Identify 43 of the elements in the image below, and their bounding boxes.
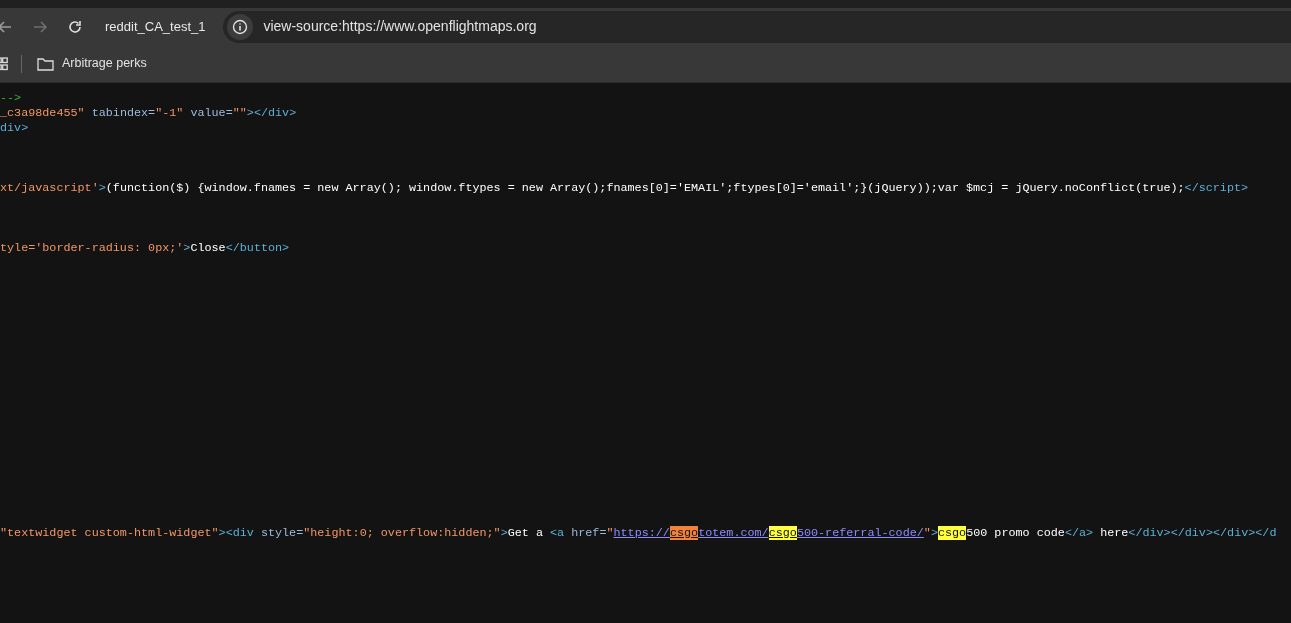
attribute-value: tyle='border-radius: 0px;': [0, 241, 184, 255]
apps-icon[interactable]: [0, 56, 8, 71]
attribute-value: ": [923, 526, 931, 540]
html-tag: <a: [550, 526, 565, 540]
bookmark-folder[interactable]: Arbitrage perks: [37, 54, 147, 73]
search-match[interactable]: csgo: [669, 526, 699, 540]
html-comment: -->: [0, 91, 22, 105]
text-content: (function($) {window.fnames = new Array(); window.ftypes = new Array();fnames[0]='EMAIL';ftypes[0]='email';}(jQuery));var $mcj = jQuery.noConflict(true);: [105, 181, 1185, 195]
attribute-value: _c3a98de455": [0, 106, 85, 120]
source-link[interactable]: https://: [613, 526, 670, 540]
attribute-value: "-1": [155, 106, 184, 120]
text-content: here: [1099, 526, 1129, 540]
attribute-name: value=: [189, 106, 233, 120]
attribute-value: "textwidget custom-html-widget": [0, 526, 219, 540]
html-tag: </script>: [1184, 181, 1249, 195]
info-icon[interactable]: [227, 13, 254, 40]
attribute-name: tabindex=: [90, 106, 156, 120]
html-tag: ><div: [218, 526, 254, 540]
attribute-value: ": [606, 526, 614, 540]
html-tag: >: [500, 526, 508, 540]
html-tag: >: [183, 241, 191, 255]
html-tag: >: [930, 526, 938, 540]
source-link[interactable]: totem.com/: [698, 526, 769, 540]
html-tag: >: [98, 181, 106, 195]
source-link[interactable]: 500-referral-code/: [796, 526, 924, 540]
html-tag: div>: [0, 121, 29, 135]
search-match[interactable]: csgo: [768, 526, 797, 540]
attribute-name: style=: [259, 526, 304, 540]
text-content: Get a: [507, 526, 544, 540]
text-content: Close: [190, 241, 226, 255]
attribute-value: "": [232, 106, 247, 120]
attribute-value: "height:0; overflow:hidden;": [303, 526, 501, 540]
address-text: view-source:https://www.openflightmaps.org: [263, 17, 537, 36]
attribute-name: href=: [570, 526, 607, 540]
html-tag: </a>: [1064, 526, 1094, 540]
html-tag: ></div>: [246, 106, 297, 120]
profile-label[interactable]: reddit_CA_test_1: [105, 16, 206, 37]
address-bar[interactable]: view-source:https://www.openflightmaps.org: [223, 10, 1291, 43]
text-content: 500 promo code: [966, 526, 1065, 540]
html-tag: </div></div></div></d: [1128, 526, 1277, 540]
attribute-value: xt/javascript': [0, 181, 99, 195]
folder-icon[interactable]: [37, 56, 54, 71]
html-tag: </button>: [225, 241, 290, 255]
